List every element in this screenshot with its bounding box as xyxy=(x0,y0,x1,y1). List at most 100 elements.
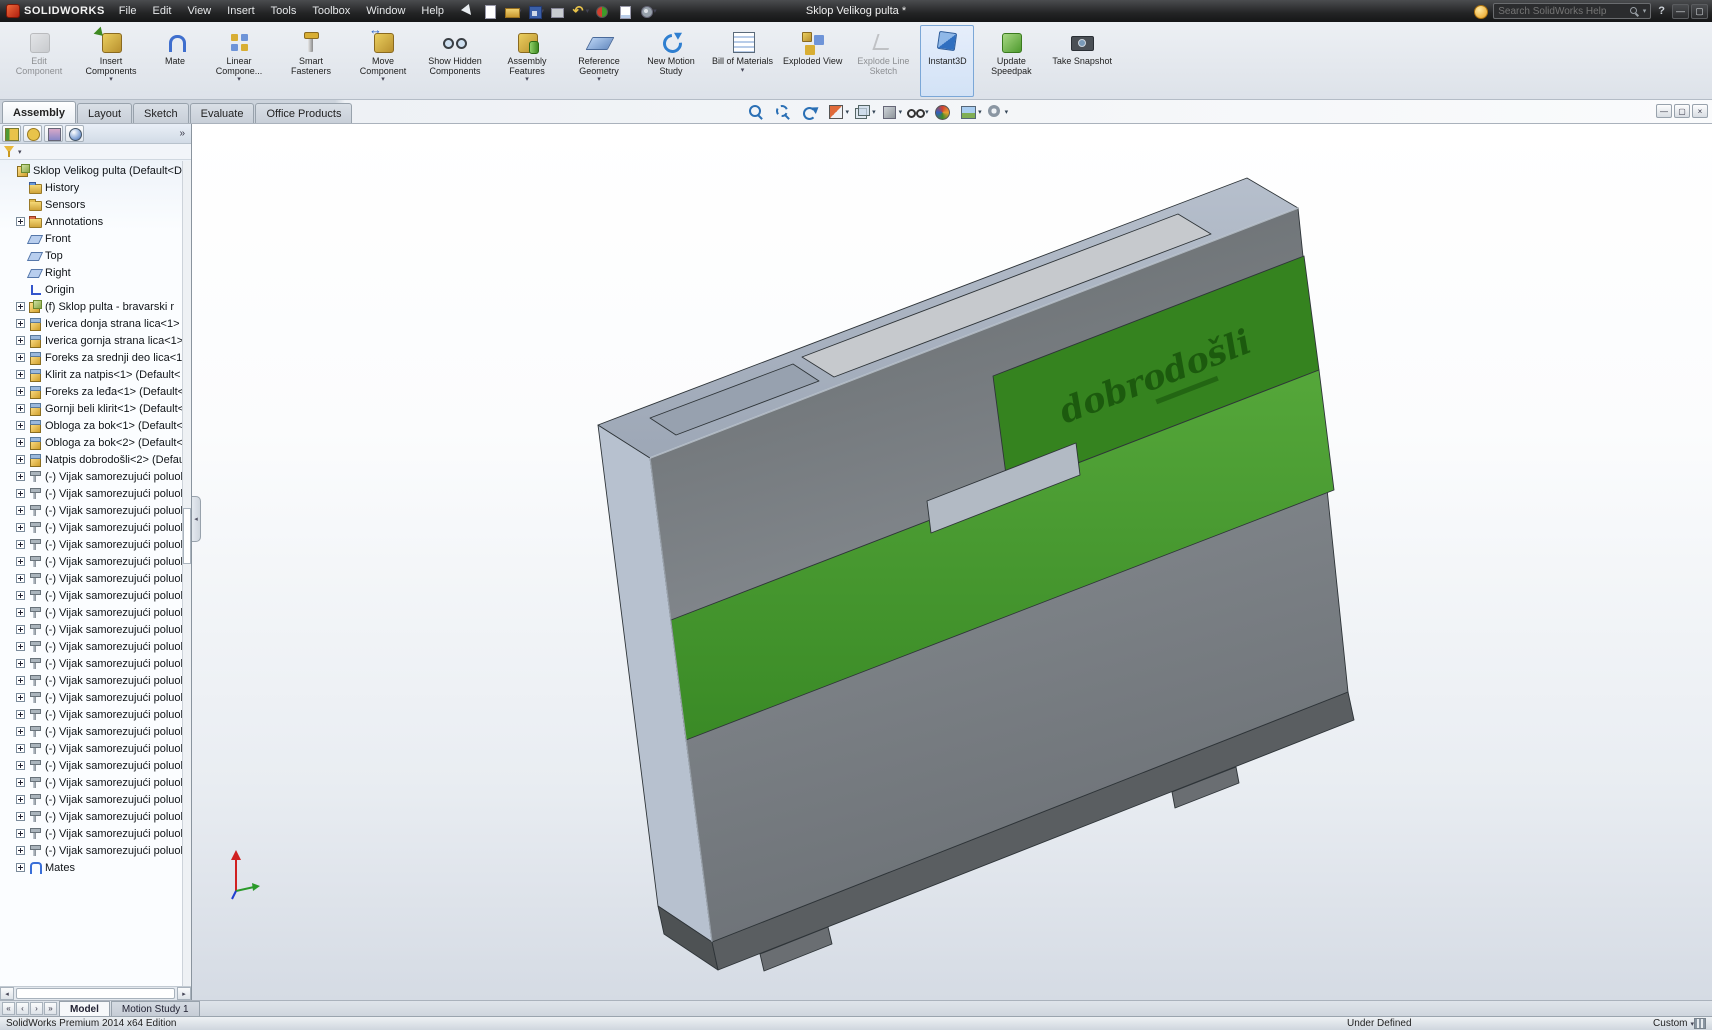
tab-scroll-button[interactable]: › xyxy=(30,1002,43,1015)
tree-item-label[interactable]: Natpis dobrodošli<2> (Defau xyxy=(45,454,185,466)
heads-up-button[interactable]: ▾ xyxy=(826,103,851,120)
tree-item-label[interactable]: (-) Vijak samorezujući poluokru xyxy=(45,488,191,500)
expand-icon[interactable] xyxy=(16,812,25,821)
expand-icon[interactable] xyxy=(16,387,25,396)
tree-item-label[interactable]: Obloga za bok<1> (Default< xyxy=(45,420,183,432)
dropdown-caret[interactable]: ▾ xyxy=(741,68,745,74)
menu-item[interactable]: Window xyxy=(358,2,413,20)
help-search-input[interactable] xyxy=(1498,6,1625,17)
tree-horizontal-scrollbar[interactable]: ◂ ▸ xyxy=(0,986,191,1000)
ribbon-button[interactable]: Mate ▾ xyxy=(148,25,202,97)
scrollbar-thumb[interactable] xyxy=(183,508,191,564)
heads-up-button[interactable]: ▾ xyxy=(773,103,798,120)
ribbon-button[interactable]: Instant3D ▾ xyxy=(920,25,974,97)
tree-item-label[interactable]: (-) Vijak samorezujući poluokru xyxy=(45,539,191,551)
tree-item-label[interactable]: (-) Vijak samorezujući poluokru xyxy=(45,624,191,636)
expand-icon[interactable] xyxy=(16,829,25,838)
expand-icon[interactable] xyxy=(16,761,25,770)
expand-icon[interactable] xyxy=(16,506,25,515)
ribbon-button[interactable]: Update Speedpak ▾ xyxy=(976,25,1046,97)
expand-icon[interactable] xyxy=(16,608,25,617)
expand-icon[interactable] xyxy=(16,744,25,753)
tree-item-label[interactable]: (-) Vijak samorezujući poluokru xyxy=(45,709,191,721)
expand-icon[interactable] xyxy=(16,319,25,328)
tree-item[interactable]: (-) Vijak samorezujući poluokru xyxy=(2,706,191,723)
tree-item-label[interactable]: (-) Vijak samorezujući poluokru xyxy=(45,573,191,585)
tree-item-label[interactable]: (-) Vijak samorezujući poluokru xyxy=(45,556,191,568)
tree-item[interactable]: (-) Vijak samorezujući poluokru xyxy=(2,638,191,655)
heads-up-button[interactable]: ▾ xyxy=(852,103,877,120)
restore[interactable]: ▢ xyxy=(1691,4,1708,19)
quick-access-button[interactable]: ▾ xyxy=(593,2,613,20)
tab-scroll-button[interactable]: » xyxy=(44,1002,57,1015)
property-manager[interactable] xyxy=(23,125,42,142)
tree-item[interactable]: Top xyxy=(2,247,191,264)
tree-item[interactable]: (-) Vijak samorezujući poluokru xyxy=(2,655,191,672)
ribbon-button[interactable]: Edit Component ▾ xyxy=(4,25,74,97)
expand-icon[interactable] xyxy=(16,727,25,736)
tree-item[interactable]: (-) Vijak samorezujući poluokru xyxy=(2,553,191,570)
expand-icon[interactable] xyxy=(16,489,25,498)
quick-access-button[interactable]: ▾ xyxy=(526,2,546,20)
heads-up-button[interactable]: ▾ xyxy=(746,103,771,120)
tree-item[interactable]: Iverica donja strana lica<1> ( xyxy=(2,315,191,332)
tree-item[interactable]: (-) Vijak samorezujući poluokru xyxy=(2,468,191,485)
tree-item-label[interactable]: (f) Sklop pulta - bravarski r xyxy=(45,301,174,313)
tree-item-label[interactable]: (-) Vijak samorezujući poluokru xyxy=(45,471,191,483)
dropdown-caret[interactable]: ▾ xyxy=(978,108,982,116)
heads-up-button[interactable]: ▾ xyxy=(905,103,930,120)
dropdown-caret[interactable]: ▾ xyxy=(1005,108,1009,116)
tree-item-label[interactable]: (-) Vijak samorezujući poluokru xyxy=(45,726,191,738)
filter-dropdown-caret[interactable]: ▾ xyxy=(18,148,22,156)
tree-vertical-scrollbar[interactable] xyxy=(182,161,191,986)
ribbon-button[interactable]: Explode Line Sketch ▾ xyxy=(848,25,918,97)
expand-icon[interactable] xyxy=(16,642,25,651)
expand-icon[interactable] xyxy=(16,404,25,413)
expand-icon[interactable] xyxy=(16,336,25,345)
tree-item[interactable]: (-) Vijak samorezujući poluokru xyxy=(2,587,191,604)
tree-item[interactable]: Obloga za bok<2> (Default< xyxy=(2,434,191,451)
expand-icon[interactable] xyxy=(16,353,25,362)
tree-item[interactable]: (-) Vijak samorezujući poluokru xyxy=(2,604,191,621)
heads-up-button[interactable]: ▾ xyxy=(985,103,1010,120)
tree-item[interactable]: (-) Vijak samorezujući poluokru xyxy=(2,825,191,842)
status-item[interactable]: Custom ▾ xyxy=(1653,1018,1694,1029)
tree-item[interactable]: (f) Sklop pulta - bravarski r xyxy=(2,298,191,315)
scroll-right-button[interactable]: ▸ xyxy=(177,987,191,1000)
quick-access-button[interactable]: ▾ xyxy=(481,2,501,20)
tree-item[interactable]: (-) Vijak samorezujući poluokru xyxy=(2,519,191,536)
tree-item[interactable]: (-) Vijak samorezujući poluokru xyxy=(2,621,191,638)
tree-item-label[interactable]: (-) Vijak samorezujući poluokru xyxy=(45,658,191,670)
help-search-box[interactable]: ▾ xyxy=(1493,3,1651,19)
minimize[interactable]: — xyxy=(1672,4,1689,19)
quick-access-button[interactable]: ▾ xyxy=(458,2,478,20)
tree-item[interactable]: Iverica gornja strana lica<1> xyxy=(2,332,191,349)
tree-item-label[interactable]: Sklop Velikog pulta (Default<De xyxy=(33,165,188,177)
expand-icon[interactable] xyxy=(16,659,25,668)
dropdown-caret[interactable]: ▾ xyxy=(109,77,113,83)
tab-scroll-button[interactable]: « xyxy=(2,1002,15,1015)
tree-item-label[interactable]: (-) Vijak samorezujući poluokru xyxy=(45,828,191,840)
tree-item-label[interactable]: Right xyxy=(45,267,71,279)
ribbon-button[interactable]: Assembly Features ▾ xyxy=(492,25,562,97)
filter-funnel-icon[interactable] xyxy=(3,145,16,158)
expand-icon[interactable] xyxy=(16,523,25,532)
tree-item-label[interactable]: Foreks za srednji deo lica<1> xyxy=(45,352,189,364)
dropdown-caret[interactable]: ▾ xyxy=(381,77,385,83)
tree-item[interactable]: Sklop Velikog pulta (Default<De xyxy=(2,162,191,179)
tree-item-label[interactable]: Origin xyxy=(45,284,74,296)
menu-item[interactable]: Toolbox xyxy=(304,2,358,20)
expand-icon[interactable] xyxy=(16,846,25,855)
status-toggle-icon[interactable] xyxy=(1694,1018,1706,1029)
ribbon-button[interactable]: Reference Geometry ▾ xyxy=(564,25,634,97)
panel-overflow-chevron[interactable]: » xyxy=(175,128,189,139)
heads-up-button[interactable]: ▾ xyxy=(958,103,983,120)
tree-item[interactable]: Klirit za natpis<1> (Default< xyxy=(2,366,191,383)
command-tab[interactable]: Sketch xyxy=(133,103,189,123)
tree-item-label[interactable]: Top xyxy=(45,250,63,262)
tree-item-label[interactable]: (-) Vijak samorezujući poluokru xyxy=(45,607,191,619)
tree-item-label[interactable]: (-) Vijak samorezujući poluokru xyxy=(45,845,191,857)
feature-manager[interactable] xyxy=(2,125,21,142)
ribbon-button[interactable]: New Motion Study ▾ xyxy=(636,25,706,97)
tree-item-label[interactable]: (-) Vijak samorezujući poluokru xyxy=(45,522,191,534)
